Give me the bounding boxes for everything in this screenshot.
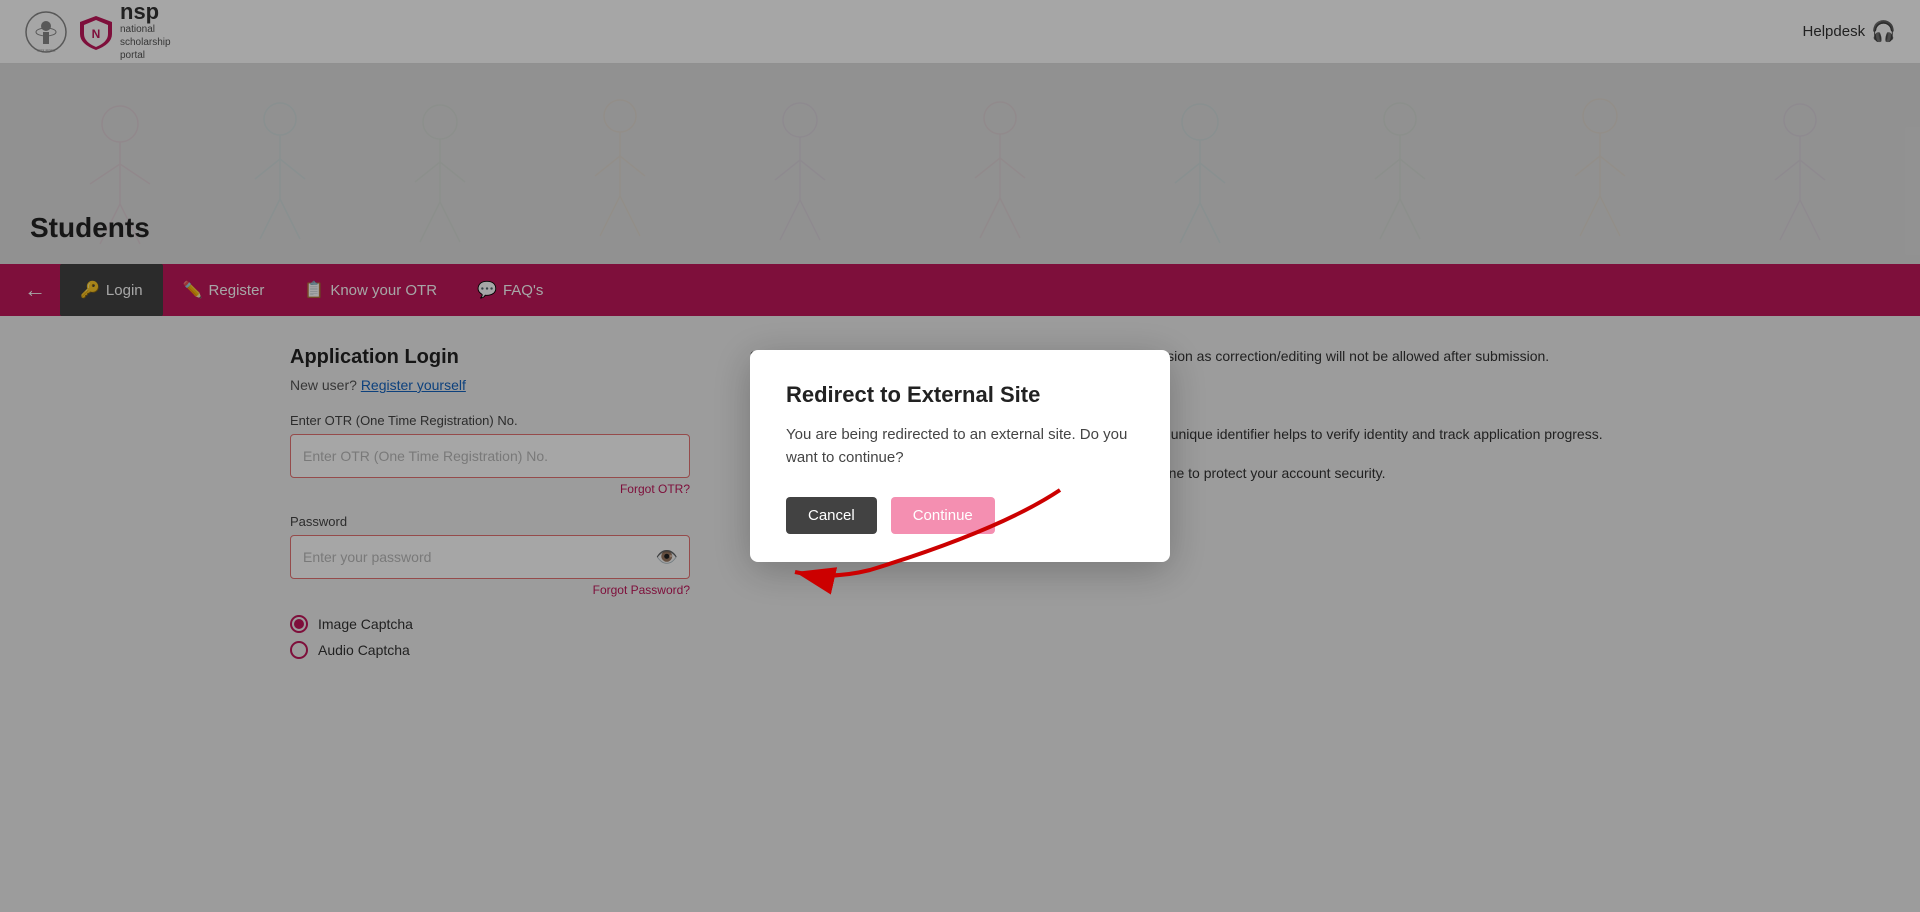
modal-title: Redirect to External Site xyxy=(786,382,1134,408)
continue-button[interactable]: Continue xyxy=(891,497,995,534)
modal-body: You are being redirected to an external … xyxy=(786,424,1134,469)
redirect-modal: Redirect to External Site You are being … xyxy=(750,350,1170,562)
cancel-button[interactable]: Cancel xyxy=(786,497,877,534)
modal-overlay: Redirect to External Site You are being … xyxy=(0,0,1920,912)
modal-actions: Cancel Continue xyxy=(786,497,1134,534)
